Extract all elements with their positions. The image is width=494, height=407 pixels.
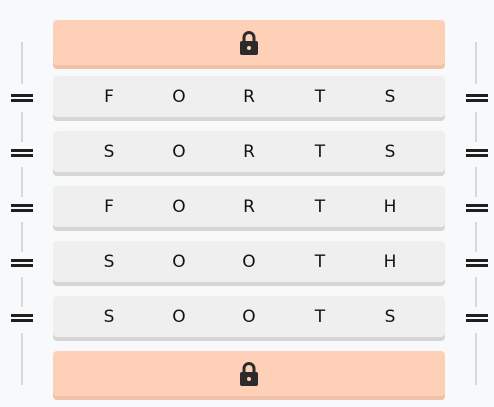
right-rail-line bbox=[475, 333, 477, 385]
letter-tile: O bbox=[242, 252, 256, 272]
letter-tile: F bbox=[104, 87, 114, 107]
letter-tile: S bbox=[384, 307, 396, 327]
row-5-left-drag-handle[interactable] bbox=[11, 312, 33, 324]
right-rail-line bbox=[475, 42, 477, 84]
letter-tile: R bbox=[243, 197, 255, 217]
right-rail-line bbox=[475, 167, 477, 197]
left-rail-line bbox=[21, 333, 23, 385]
letter-tile: O bbox=[172, 87, 186, 107]
letter-tile: H bbox=[383, 197, 397, 217]
letter-tile: O bbox=[242, 307, 256, 327]
letter-tile: R bbox=[243, 87, 255, 107]
letter-tile: O bbox=[172, 142, 186, 162]
word-row-1[interactable]: F O R T S bbox=[53, 76, 445, 117]
row-1-left-drag-handle[interactable] bbox=[11, 92, 33, 104]
right-rail-line bbox=[475, 277, 477, 307]
letter-tile: H bbox=[383, 252, 397, 272]
left-rail-line bbox=[21, 222, 23, 252]
letter-tile: S bbox=[103, 252, 115, 272]
left-rail-line bbox=[21, 112, 23, 142]
lock-icon bbox=[238, 361, 260, 386]
letter-tile: S bbox=[384, 87, 396, 107]
letter-tile: T bbox=[314, 142, 326, 162]
left-rail-line bbox=[21, 277, 23, 307]
letter-tile: S bbox=[384, 142, 396, 162]
letter-tile: O bbox=[172, 307, 186, 327]
letter-tile: T bbox=[314, 197, 326, 217]
lock-icon bbox=[238, 30, 260, 55]
letter-tile: O bbox=[172, 252, 186, 272]
left-rail-line bbox=[21, 42, 23, 84]
row-4-right-drag-handle[interactable] bbox=[466, 257, 488, 269]
letter-tile: T bbox=[314, 252, 326, 272]
word-row-2[interactable]: S O R T S bbox=[53, 131, 445, 172]
letter-tile: O bbox=[172, 197, 186, 217]
letter-tile: R bbox=[243, 142, 255, 162]
row-3-left-drag-handle[interactable] bbox=[11, 202, 33, 214]
row-3-right-drag-handle[interactable] bbox=[466, 202, 488, 214]
row-4-left-drag-handle[interactable] bbox=[11, 257, 33, 269]
letter-tile: S bbox=[103, 307, 115, 327]
bottom-locked-row bbox=[53, 351, 445, 396]
right-rail-line bbox=[475, 112, 477, 142]
letter-tile: S bbox=[103, 142, 115, 162]
word-row-4[interactable]: S O O T H bbox=[53, 241, 445, 282]
word-row-3[interactable]: F O R T H bbox=[53, 186, 445, 227]
row-2-right-drag-handle[interactable] bbox=[466, 147, 488, 159]
letter-tile: T bbox=[314, 307, 326, 327]
row-5-right-drag-handle[interactable] bbox=[466, 312, 488, 324]
letter-tile: F bbox=[104, 197, 114, 217]
left-rail-line bbox=[21, 167, 23, 197]
word-row-5[interactable]: S O O T S bbox=[53, 296, 445, 337]
top-locked-row bbox=[53, 20, 445, 65]
right-rail-line bbox=[475, 222, 477, 252]
row-2-left-drag-handle[interactable] bbox=[11, 147, 33, 159]
letter-tile: T bbox=[314, 87, 326, 107]
row-1-right-drag-handle[interactable] bbox=[466, 92, 488, 104]
